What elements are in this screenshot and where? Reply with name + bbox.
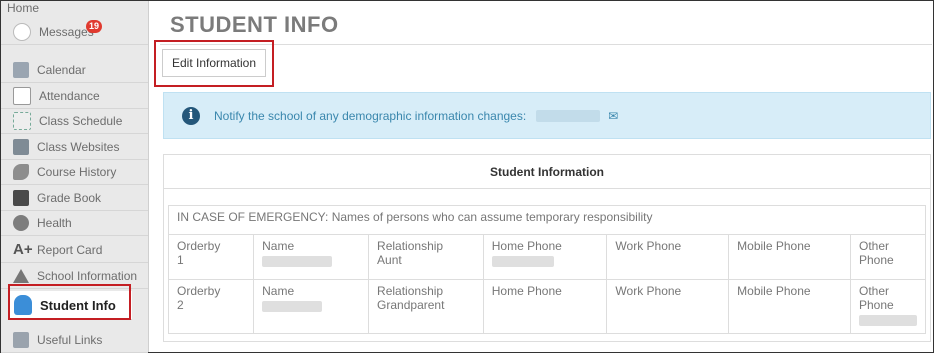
links-icon bbox=[13, 331, 29, 348]
column-label: Orderby bbox=[177, 284, 221, 298]
redacted-email-link[interactable] bbox=[536, 109, 601, 122]
orderby-value: 2 bbox=[177, 298, 184, 312]
panel-title: Student Information bbox=[164, 155, 930, 189]
sidebar-item-label: Course History bbox=[37, 164, 117, 179]
info-icon: i bbox=[182, 106, 200, 125]
sidebar-item-useful-links[interactable]: Useful Links bbox=[1, 327, 148, 353]
redacted-name bbox=[262, 256, 333, 267]
sidebar-item-grade-book[interactable]: Grade Book bbox=[1, 185, 148, 211]
column-label: Relationship bbox=[377, 239, 444, 253]
column-label: Mobile Phone bbox=[737, 239, 811, 253]
column-label: Relationship bbox=[377, 284, 444, 298]
orderby-value: 1 bbox=[177, 253, 184, 267]
notice-text: Notify the school of any demographic inf… bbox=[214, 108, 527, 123]
emergency-caption: IN CASE OF EMERGENCY: Names of persons w… bbox=[168, 205, 926, 235]
checklist-icon bbox=[13, 86, 31, 105]
websites-icon bbox=[13, 138, 29, 155]
health-icon bbox=[13, 214, 29, 231]
gradebook-icon bbox=[13, 189, 29, 206]
title-divider bbox=[160, 44, 932, 45]
sidebar-item-label: Class Schedule bbox=[39, 113, 123, 128]
sidebar-item-calendar[interactable]: Calendar bbox=[1, 57, 148, 83]
sidebar-item-label: Calendar bbox=[37, 62, 86, 77]
highlight-box-student-info bbox=[8, 284, 131, 320]
envelope-icon bbox=[13, 22, 31, 41]
report-card-icon: A+ bbox=[13, 240, 33, 258]
column-label: Orderby bbox=[177, 239, 221, 253]
sidebar-item-label: Useful Links bbox=[37, 332, 103, 347]
column-label: Mobile Phone bbox=[737, 284, 811, 298]
sidebar-item-report-card[interactable]: A+ Report Card bbox=[1, 237, 148, 263]
sidebar-item-label: Grade Book bbox=[37, 190, 102, 205]
sidebar-item-messages[interactable]: Messages 19 bbox=[1, 19, 148, 45]
sidebar-item-label: Class Websites bbox=[37, 139, 120, 154]
redacted-phone bbox=[491, 256, 554, 267]
highlight-box-edit-button bbox=[154, 40, 274, 87]
relationship-value: Grandparent bbox=[377, 298, 445, 312]
envelope-icon[interactable]: ✉ bbox=[608, 109, 618, 123]
table-row: Orderby 2 Name Relationship Grandparent Ho… bbox=[167, 279, 926, 334]
column-label: Home Phone bbox=[491, 239, 562, 253]
column-label: Work Phone bbox=[615, 284, 682, 298]
sidebar-item-label: Report Card bbox=[37, 242, 103, 257]
emergency-contacts-table: IN CASE OF EMERGENCY: Names of persons w… bbox=[167, 205, 926, 334]
history-icon bbox=[13, 163, 29, 180]
sidebar-item-course-history[interactable]: Course History bbox=[1, 159, 148, 185]
column-label: Home Phone bbox=[491, 284, 562, 298]
sidebar-item-class-schedule[interactable]: Class Schedule bbox=[1, 108, 148, 134]
sidebar-item-class-websites[interactable]: Class Websites bbox=[1, 134, 148, 160]
schedule-icon bbox=[13, 111, 31, 130]
calendar-icon bbox=[13, 61, 29, 78]
column-label: Name bbox=[262, 284, 295, 298]
info-notice: i Notify the school of any demographic i… bbox=[163, 92, 931, 139]
sidebar-item-attendance[interactable]: Attendance bbox=[1, 83, 148, 109]
column-label: Name bbox=[262, 239, 295, 253]
column-label: Work Phone bbox=[615, 239, 682, 253]
column-label: Other Phone bbox=[859, 284, 894, 312]
relationship-value: Aunt bbox=[377, 253, 402, 267]
sidebar-item-label: School Information bbox=[37, 268, 138, 283]
sidebar-item-label: Health bbox=[37, 215, 72, 230]
table-row: Orderby 1 Name Relationship Aunt Home Phon… bbox=[167, 234, 926, 280]
sidebar-item-label: Attendance bbox=[39, 88, 100, 103]
column-label: Other Phone bbox=[859, 239, 894, 267]
page-title: STUDENT INFO bbox=[170, 12, 339, 37]
redacted-name bbox=[262, 301, 323, 312]
unread-badge: 19 bbox=[86, 20, 103, 33]
student-information-panel: Student Information IN CASE OF EMERGENCY… bbox=[163, 154, 931, 342]
sidebar-item-home[interactable]: Home bbox=[1, 1, 154, 19]
school-icon bbox=[13, 268, 29, 283]
redacted-phone bbox=[859, 315, 917, 326]
sidebar-item-health[interactable]: Health bbox=[1, 210, 148, 236]
sidebar-item-label: Home bbox=[7, 1, 40, 15]
